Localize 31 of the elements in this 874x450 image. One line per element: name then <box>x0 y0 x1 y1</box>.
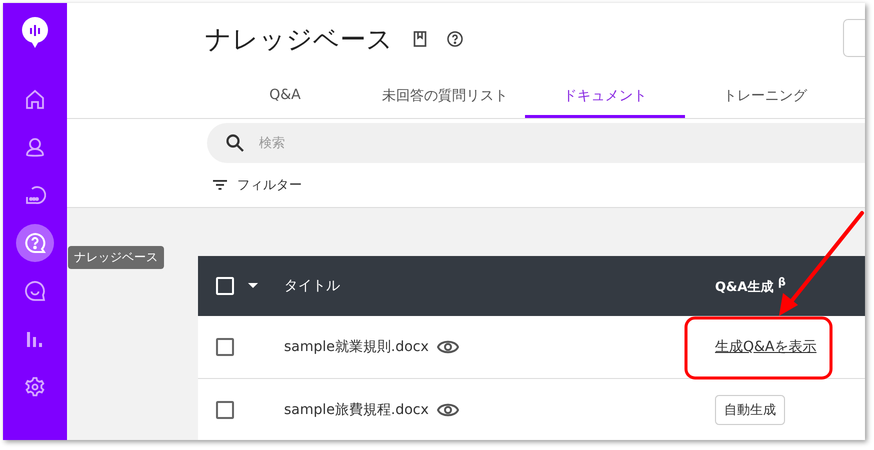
smile-bubble-icon <box>24 280 46 302</box>
tab[interactable]: ドキュメント <box>525 79 685 118</box>
select-all-checkbox[interactable] <box>216 277 234 295</box>
eye-icon[interactable] <box>436 403 459 417</box>
search-field[interactable]: 検索 <box>207 123 865 163</box>
search-icon <box>225 133 245 153</box>
row-checkbox[interactable] <box>216 401 234 419</box>
user-icon <box>24 136 46 158</box>
eye-icon[interactable] <box>436 340 459 354</box>
view-qa-link[interactable]: 生成Q&Aを表示 <box>715 339 817 355</box>
help-icon[interactable] <box>447 31 463 47</box>
page-title: ナレッジベース <box>205 24 393 56</box>
sidebar-nav-item[interactable] <box>16 224 54 262</box>
tab[interactable]: Q&A <box>205 79 365 118</box>
settings-icon <box>24 376 46 398</box>
chat-bubbles-icon <box>24 184 46 206</box>
filter-icon <box>213 180 227 190</box>
tab[interactable]: 未回答の質問リスト <box>365 79 525 118</box>
tooltip: ナレッジベース <box>68 246 164 269</box>
logo-icon <box>21 17 49 48</box>
column-header: タイトル <box>284 277 340 295</box>
generate-button[interactable]: 自動生成 <box>715 395 785 425</box>
filter-button[interactable]: フィルター <box>207 163 302 207</box>
file-name: sample旅費規程.docx <box>284 401 429 419</box>
file-name: sample就業規則.docx <box>284 338 429 356</box>
home-icon <box>24 88 46 110</box>
question-bubble-icon <box>24 232 46 254</box>
caret-icon[interactable] <box>248 283 258 289</box>
row-checkbox[interactable] <box>216 338 234 356</box>
tab[interactable]: トレーニング <box>685 79 845 118</box>
book-icon[interactable] <box>413 31 427 47</box>
